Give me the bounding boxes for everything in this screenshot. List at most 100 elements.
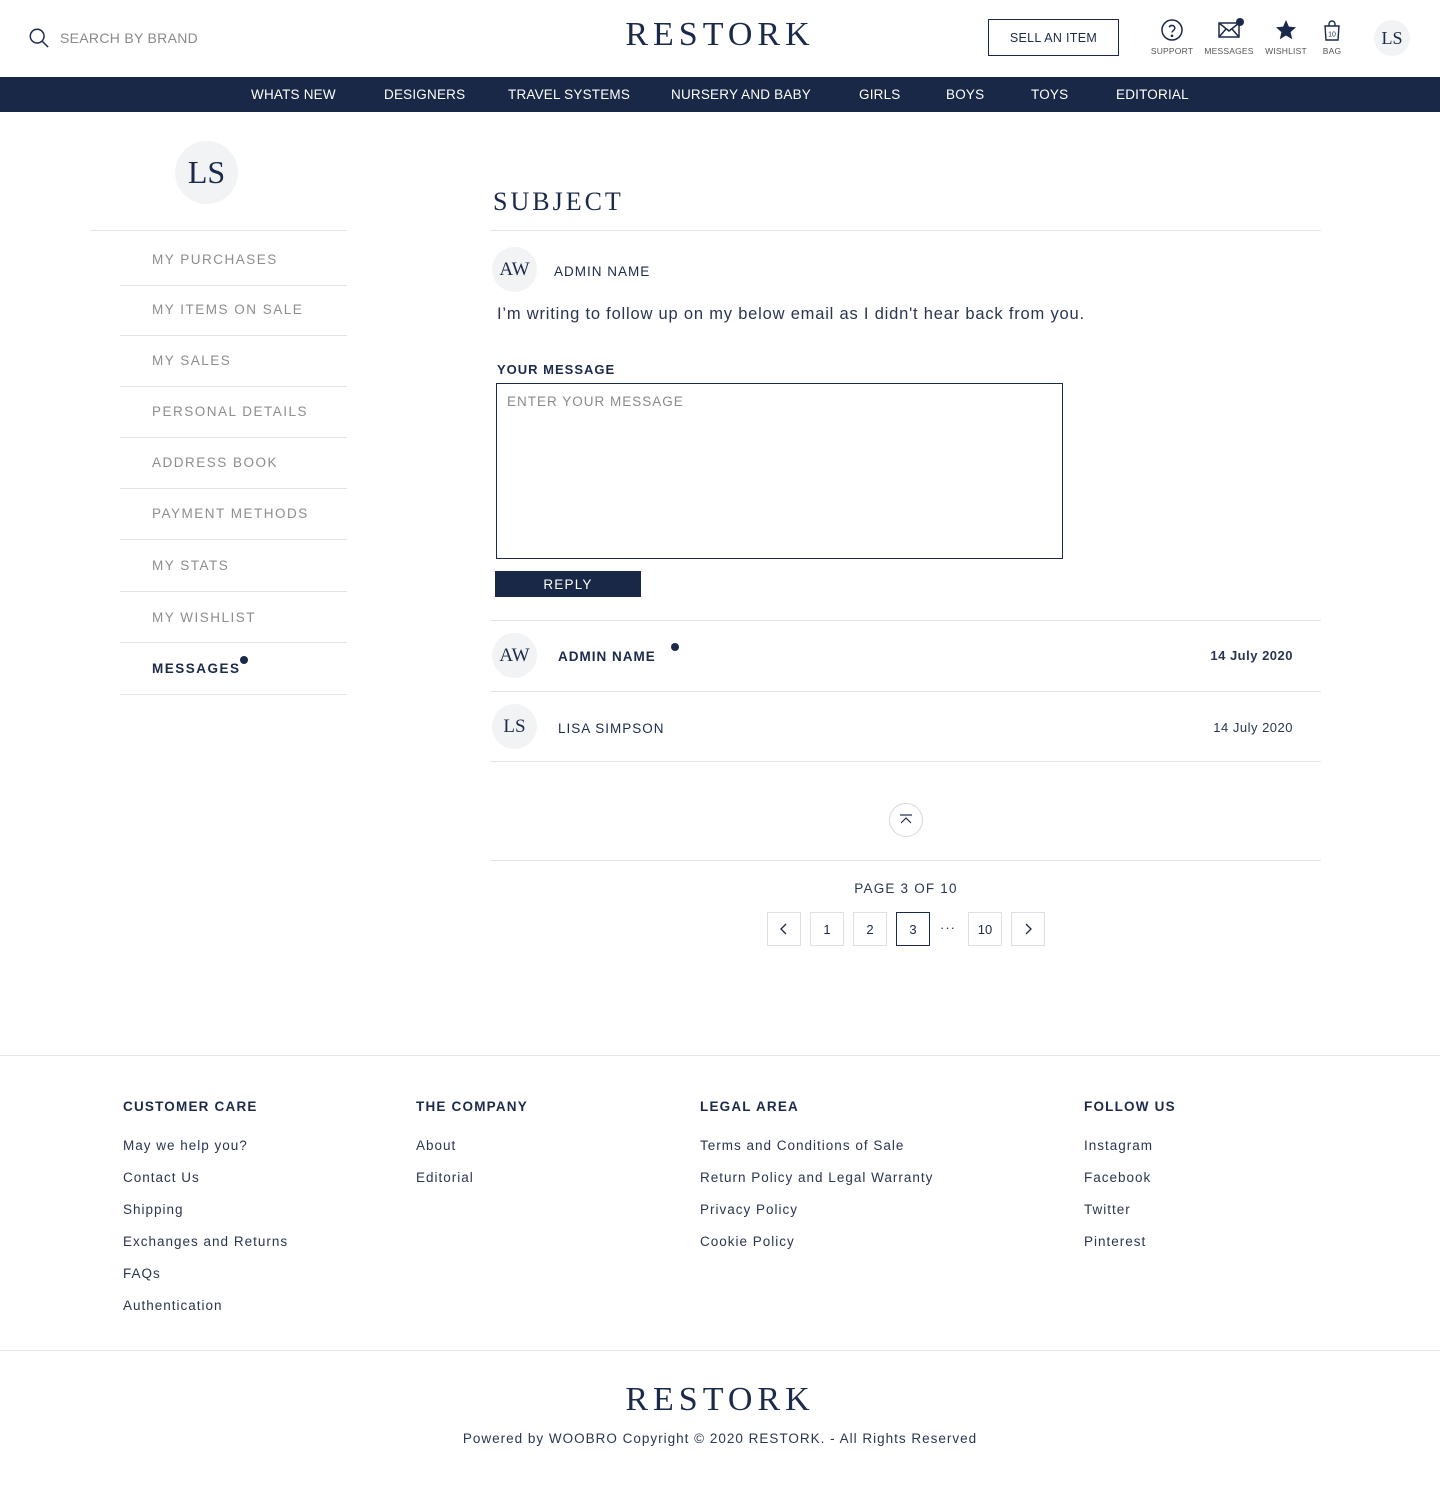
sidebar-item-messages[interactable]: MESSAGES: [152, 661, 241, 676]
nav-designers[interactable]: DESIGNERS: [384, 87, 465, 102]
thread-sender-name: ADMIN NAME: [558, 649, 656, 664]
sidebar-item-my-wishlist[interactable]: MY WISHLIST: [152, 610, 256, 625]
support-link[interactable]: SUPPORT: [1142, 18, 1202, 56]
sidebar-divider: [120, 642, 347, 643]
footer-customer-care-title: CUSTOMER CARE: [123, 1099, 258, 1114]
footer-link-shipping[interactable]: Shipping: [123, 1202, 184, 1217]
bag-label: BAG: [1322, 46, 1342, 56]
footer-legal-title: LEGAL AREA: [700, 1099, 800, 1114]
footer-link-privacy[interactable]: Privacy Policy: [700, 1202, 798, 1217]
message-textarea[interactable]: [496, 383, 1063, 559]
page-button-1[interactable]: 1: [810, 912, 844, 946]
sidebar-divider: [120, 539, 347, 540]
message-body: I’m writing to follow up on my below ema…: [497, 305, 1085, 323]
pagination-ellipsis: ···: [940, 920, 956, 935]
site-header: RESTORK SELL AN ITEM SUPPORT MESSAGES WI…: [0, 0, 1440, 77]
unread-dot: [240, 656, 248, 664]
unread-dot: [1236, 18, 1244, 26]
next-page-button[interactable]: [1011, 912, 1045, 946]
user-avatar[interactable]: LS: [1374, 20, 1410, 56]
nav-boys[interactable]: BOYS: [946, 87, 984, 102]
footer-link-instagram[interactable]: Instagram: [1084, 1138, 1153, 1153]
sidebar-divider: [120, 437, 347, 438]
sender-avatar: AW: [492, 247, 537, 292]
sidebar-divider: [120, 488, 347, 489]
footer-link-return-policy[interactable]: Return Policy and Legal Warranty: [700, 1170, 933, 1185]
footer-company-title: THE COMPANY: [416, 1099, 528, 1114]
thread-avatar: LS: [492, 704, 537, 749]
thread-avatar: AW: [492, 633, 537, 678]
thread-divider: [490, 691, 1321, 692]
shopping-bag-icon: 10: [1324, 20, 1340, 41]
sidebar-item-personal-details[interactable]: PERSONAL DETAILS: [152, 404, 308, 419]
sidebar-item-payment-methods[interactable]: PAYMENT METHODS: [152, 506, 309, 521]
nav-nursery-and-baby[interactable]: NURSERY AND BABY: [671, 87, 811, 102]
footer-link-faqs[interactable]: FAQs: [123, 1266, 161, 1281]
question-circle-icon: [1161, 19, 1183, 41]
page-button-2[interactable]: 2: [853, 912, 887, 946]
nav-editorial[interactable]: EDITORIAL: [1116, 87, 1189, 102]
footer-link-authentication[interactable]: Authentication: [123, 1298, 223, 1313]
page-button-3[interactable]: 3: [896, 912, 930, 946]
nav-travel-systems[interactable]: TRAVEL SYSTEMS: [508, 87, 630, 102]
page-indicator: PAGE 3 OF 10: [854, 881, 958, 896]
sidebar-divider: [120, 591, 347, 592]
pagination-divider: [490, 860, 1321, 861]
thread-date: 14 July 2020: [1213, 720, 1293, 735]
thread-sender-name: LISA SIMPSON: [558, 721, 665, 736]
bag-link[interactable]: 10 BAG: [1302, 18, 1362, 56]
footer-link-about[interactable]: About: [416, 1138, 456, 1153]
sell-item-button[interactable]: SELL AN ITEM: [988, 19, 1119, 56]
wishlist-label: WISHLIST: [1265, 46, 1307, 56]
scroll-to-top-button[interactable]: [889, 803, 923, 837]
footer-logo: RESTORK: [625, 1381, 815, 1418]
sender-name: ADMIN NAME: [554, 264, 651, 279]
footer-link-cookie[interactable]: Cookie Policy: [700, 1234, 795, 1249]
messages-link[interactable]: MESSAGES: [1199, 18, 1259, 56]
messages-label: MESSAGES: [1204, 46, 1254, 56]
sidebar-item-my-purchases[interactable]: MY PURCHASES: [152, 252, 278, 267]
conversation-subject: SUBJECT: [493, 187, 624, 216]
sidebar-item-address-book[interactable]: ADDRESS BOOK: [152, 455, 278, 470]
category-nav: WHATS NEW DESIGNERS TRAVEL SYSTEMS NURSE…: [0, 77, 1440, 112]
thread-divider: [490, 620, 1321, 621]
footer-link-terms[interactable]: Terms and Conditions of Sale: [700, 1138, 904, 1153]
your-message-label: YOUR MESSAGE: [497, 362, 616, 377]
page-button-10[interactable]: 10: [968, 912, 1002, 946]
sidebar-divider: [120, 694, 347, 695]
thread-date: 14 July 2020: [1210, 648, 1293, 663]
footer-link-help[interactable]: May we help you?: [123, 1138, 248, 1153]
unread-dot: [671, 643, 679, 651]
subject-divider: [490, 230, 1321, 231]
footer-link-facebook[interactable]: Facebook: [1084, 1170, 1151, 1185]
sidebar-divider: [120, 285, 347, 286]
sidebar-item-my-sales[interactable]: MY SALES: [152, 353, 231, 368]
sidebar-item-my-items-on-sale[interactable]: MY ITEMS ON SALE: [152, 302, 303, 317]
chevron-up-icon: [900, 814, 912, 824]
chevron-right-icon: [1025, 923, 1032, 935]
sidebar-avatar: LS: [175, 141, 238, 204]
footer-follow-title: FOLLOW US: [1084, 1099, 1176, 1114]
chevron-left-icon: [780, 923, 787, 935]
star-icon: [1276, 20, 1296, 40]
thread-divider: [490, 761, 1321, 762]
bag-count: 10: [1328, 32, 1336, 39]
sidebar-divider: [90, 230, 347, 231]
sidebar-item-my-stats[interactable]: MY STATS: [152, 558, 229, 573]
footer-link-exchanges[interactable]: Exchanges and Returns: [123, 1234, 288, 1249]
nav-toys[interactable]: TOYS: [1031, 87, 1068, 102]
nav-girls[interactable]: GIRLS: [859, 87, 901, 102]
footer-link-pinterest[interactable]: Pinterest: [1084, 1234, 1146, 1249]
nav-whats-new[interactable]: WHATS NEW: [251, 87, 336, 102]
sidebar-divider: [120, 335, 347, 336]
copyright-text: Powered by WOOBRO Copyright © 2020 RESTO…: [462, 1431, 978, 1446]
prev-page-button[interactable]: [767, 912, 801, 946]
footer-link-contact[interactable]: Contact Us: [123, 1170, 200, 1185]
footer-link-twitter[interactable]: Twitter: [1084, 1202, 1131, 1217]
footer-link-editorial[interactable]: Editorial: [416, 1170, 474, 1185]
footer-divider: [0, 1055, 1440, 1056]
reply-button[interactable]: REPLY: [495, 571, 641, 597]
support-label: SUPPORT: [1150, 46, 1194, 56]
sidebar-divider: [120, 386, 347, 387]
footer-divider: [0, 1350, 1440, 1351]
